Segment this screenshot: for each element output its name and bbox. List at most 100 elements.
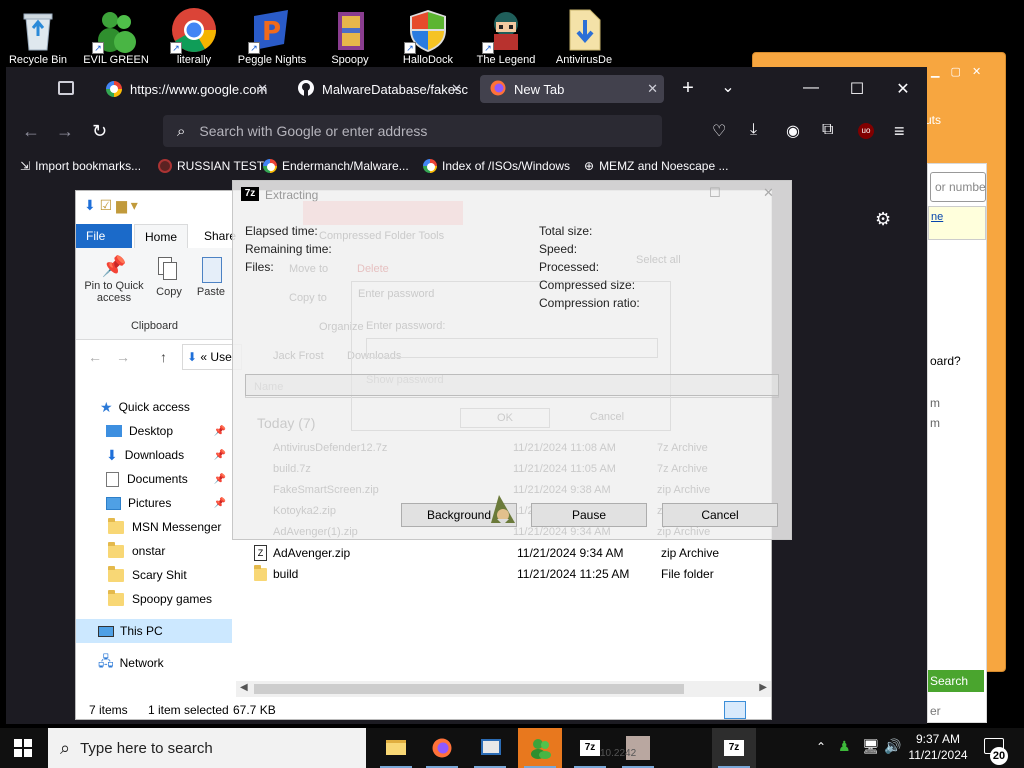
zip-icon: Z [254, 545, 267, 561]
msn-buddy-icon: ↗ [92, 6, 140, 54]
chevron-up-icon[interactable]: ⌃ [816, 740, 826, 754]
msn-buddy-icon [530, 737, 552, 762]
account-icon[interactable]: ◉ [786, 121, 800, 141]
nav-spoopy-games[interactable]: Spoopy games [108, 588, 212, 610]
right-window-controls[interactable]: ▁ ▢ ✕ [931, 65, 985, 78]
desktop-icon-recycle-bin[interactable]: Recycle Bin [2, 4, 74, 68]
file-row[interactable]: Z AdAvenger.zip 11/21/2024 9:34 AM zip A… [254, 543, 719, 563]
downloads-folder-icon: ⬇ [187, 350, 198, 364]
bookmark-import[interactable]: ⇲ Import bookmarks... [20, 159, 141, 173]
ublock-icon[interactable]: uo [858, 123, 874, 139]
quick-access-toolbar[interactable]: ⬇ ☑ ▆ ▾ [84, 197, 138, 214]
close-tab-icon[interactable]: ✕ [257, 81, 268, 97]
documents-folder-icon [106, 471, 119, 487]
speed-label: Speed: [539, 242, 578, 256]
list-all-tabs-icon[interactable] [58, 81, 74, 95]
downloads-folder-icon: ⬇ [106, 446, 118, 463]
globe-icon: ⊕ [584, 159, 595, 173]
desktop-icon-the-legend[interactable]: ↗ The Legend [470, 4, 542, 68]
taskbar-search-box[interactable]: ⌕ Type here to search [48, 728, 366, 768]
windows-start-icon[interactable] [14, 739, 32, 760]
minimize-button[interactable]: — [796, 79, 826, 97]
gear-icon[interactable]: ⚙ [875, 209, 891, 230]
chevron-down-icon[interactable]: ⌄ [713, 77, 743, 97]
pause-button[interactable]: Pause [531, 503, 647, 527]
maximize-button[interactable]: ☐ [709, 185, 721, 201]
taskbar-app-window[interactable] [468, 728, 512, 768]
file-row[interactable]: build 11/21/2024 11:25 AM File folder [254, 564, 714, 584]
close-tab-icon[interactable]: ✕ [451, 81, 462, 97]
taskbar-file-explorer[interactable] [374, 728, 418, 768]
up-arrow-icon[interactable]: ↑ [160, 349, 167, 365]
close-tab-icon[interactable]: ✕ [647, 81, 658, 97]
network-icon[interactable]: 🖥 [862, 738, 880, 755]
taskbar-7zip-extract[interactable]: 7z [712, 728, 756, 768]
tab-file[interactable]: File [76, 224, 132, 248]
bookmark-endermanch[interactable]: Endermanch/Malware... [263, 159, 409, 173]
nav-onstar[interactable]: onstar [108, 540, 165, 562]
pin-to-quick-access-button[interactable]: 📌 Pin to Quick access [82, 254, 146, 304]
right-app-search-button[interactable]: Search [928, 670, 984, 692]
desktop-icon-peggle-nights[interactable]: P ↗ Peggle Nights [236, 4, 308, 68]
clock[interactable]: 9:37 AM 11/21/2024 [904, 731, 972, 763]
tab-malware-database[interactable]: MalwareDatabase/fakesc ✕ [288, 75, 468, 103]
nav-downloads[interactable]: ⬇ Downloads 📌 [106, 444, 232, 466]
volume-icon[interactable]: 🔊 [884, 738, 901, 755]
desktop-icon-spoopy[interactable]: Spoopy [314, 4, 386, 68]
desktop-icon-hallodock[interactable]: ↗ HalloDock [392, 4, 464, 68]
google-icon [263, 159, 277, 173]
nav-desktop[interactable]: Desktop 📌 [106, 420, 232, 442]
nav-scary-shit[interactable]: Scary Shit [108, 564, 187, 586]
forward-arrow-icon[interactable]: → [56, 121, 74, 142]
tab-new-tab[interactable]: New Tab ✕ [480, 75, 664, 103]
nav-network[interactable]: 🖧 Network [98, 652, 164, 674]
bookmark-russian-test[interactable]: RUSSIAN TEST [158, 159, 264, 173]
nav-documents[interactable]: Documents 📌 [106, 468, 232, 490]
bookmark-index-isos[interactable]: Index of /ISOs/Windows [423, 159, 570, 173]
dialog-title: Extracting [265, 188, 319, 202]
extensions-icon[interactable]: ⧉ [822, 121, 833, 139]
winrar-icon [326, 6, 374, 54]
right-app-input[interactable]: or numbe [930, 172, 986, 202]
address-bar[interactable]: ⌕ Search with Google or enter address [163, 115, 662, 147]
large-icons-view-icon[interactable] [750, 701, 768, 719]
back-arrow-icon[interactable]: ← [88, 349, 102, 365]
downloads-icon[interactable]: ⤓ [750, 121, 757, 139]
desktop-icon-evil-green[interactable]: ↗ EVIL GREEN [80, 4, 152, 68]
menu-icon[interactable]: ≡ [894, 121, 905, 142]
bookmark-memz[interactable]: ⊕ MEMZ and Noescape ... [584, 159, 728, 173]
horizontal-scrollbar[interactable]: ◀ ▶ [236, 681, 771, 697]
pictures-folder-icon [106, 496, 121, 510]
nav-pictures[interactable]: Pictures 📌 [106, 492, 232, 514]
status-bar: 7 items 1 item selected 67.7 KB [76, 699, 773, 721]
desktop-icon-antivirusde[interactable]: AntivirusDe [548, 4, 620, 68]
close-button[interactable]: ✕ [888, 79, 918, 99]
back-arrow-icon[interactable]: ← [22, 121, 40, 142]
svg-text:P: P [262, 17, 281, 47]
files-label: Files: [245, 260, 274, 274]
desktop-icon-literally[interactable]: ↗ literally [158, 4, 230, 68]
tab-home[interactable]: Home [134, 224, 189, 248]
close-button[interactable]: ✕ [763, 185, 774, 201]
nav-quick-access[interactable]: ★ Quick access [100, 396, 190, 418]
star-icon: ★ [100, 398, 113, 415]
pocket-icon[interactable]: ♡ [712, 121, 726, 141]
tab-google[interactable]: https://www.google.com ✕ [96, 75, 274, 103]
new-tab-button[interactable]: + [673, 77, 703, 100]
peggle-icon: P ↗ [248, 6, 296, 54]
folder-icon [386, 740, 406, 755]
details-view-icon[interactable] [724, 701, 746, 719]
import-icon: ⇲ [20, 159, 31, 173]
cancel-button[interactable]: Cancel [662, 503, 778, 527]
msn-tray-icon[interactable]: ♟ [838, 738, 851, 755]
reload-icon[interactable]: ↻ [92, 121, 107, 142]
copy-button[interactable]: Copy [152, 254, 186, 298]
nav-msn-messenger[interactable]: MSN Messenger [108, 516, 221, 538]
nav-this-pc[interactable]: This PC [98, 620, 163, 642]
taskbar-firefox[interactable] [420, 728, 464, 768]
forward-arrow-icon[interactable]: → [116, 349, 130, 365]
maximize-button[interactable]: ☐ [842, 79, 872, 99]
taskbar-msn-messenger[interactable] [518, 728, 562, 768]
paste-icon [192, 254, 230, 286]
paste-button[interactable]: Paste [192, 254, 230, 298]
